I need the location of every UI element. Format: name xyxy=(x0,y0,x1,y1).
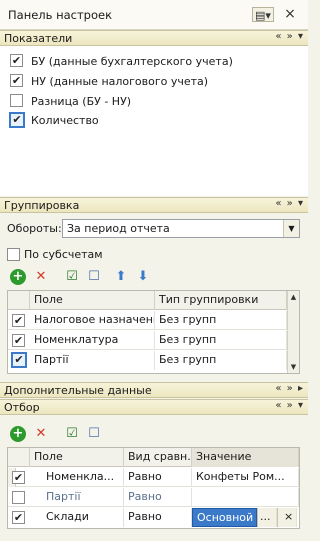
filter-row-checkbox[interactable]: ✔ xyxy=(12,471,25,484)
table-row[interactable]: ✔ Склади Равно Основной с ... × xyxy=(8,508,299,527)
move-up-icon[interactable]: ⬆ xyxy=(113,269,129,285)
move-down-icon[interactable]: ⬇ xyxy=(135,269,151,285)
filter-row-compare[interactable]: Равно xyxy=(124,508,192,527)
filter-grid: Поле Вид сравн... Значение ✔ Номенкла...… xyxy=(7,447,300,529)
close-icon[interactable]: × xyxy=(282,7,298,22)
delete-icon[interactable]: ✕ xyxy=(33,269,49,285)
indicator-checkbox-bu[interactable]: ✔ xyxy=(10,54,23,67)
section-controls-grouping[interactable]: « » ▾ xyxy=(275,198,304,209)
section-title-indicators: Показатели xyxy=(4,32,73,45)
turnover-select[interactable]: За период отчета ▼ xyxy=(62,219,300,238)
window-titlebar: Панель настроек ▤▾ × xyxy=(0,0,308,30)
filter-col-value[interactable]: Значение xyxy=(192,448,299,467)
grouping-col-field[interactable]: Поле xyxy=(30,291,155,310)
check-all-icon[interactable]: ☑ xyxy=(64,426,80,442)
filter-row-value-input[interactable]: Основной с xyxy=(192,508,257,527)
add-icon[interactable]: + xyxy=(10,426,26,442)
grouping-row-field[interactable]: Номенклатура xyxy=(30,331,155,350)
table-row[interactable]: ✔ Налоговое назначение Без групп xyxy=(8,311,287,330)
scroll-down-icon[interactable]: ▼ xyxy=(288,361,299,373)
grouping-col-check xyxy=(8,291,30,310)
section-controls-filter[interactable]: « » ▾ xyxy=(275,400,304,411)
table-row[interactable]: ✔ Номенклатура Без групп xyxy=(8,331,287,350)
grouping-row-checkbox[interactable]: ✔ xyxy=(12,334,25,347)
section-title-filter: Отбор xyxy=(4,401,40,414)
indicator-label-nu: НУ (данные налогового учета) xyxy=(31,75,209,88)
section-controls-indicators[interactable]: « » ▾ xyxy=(275,31,304,42)
grouping-grid: Поле Тип группировки ✔ Налоговое назначе… xyxy=(7,290,300,374)
filter-row-value[interactable] xyxy=(192,488,299,507)
section-header-additional[interactable]: Дополнительные данные « » ▸ xyxy=(0,382,308,398)
filter-col-field[interactable]: Поле xyxy=(30,448,124,467)
window-title: Панель настроек xyxy=(8,8,113,22)
subaccounts-checkbox[interactable] xyxy=(7,248,20,261)
grouping-row-field[interactable]: Партії xyxy=(30,351,155,370)
grouping-row-type[interactable]: Без групп xyxy=(155,331,287,350)
grouping-row-field[interactable]: Налоговое назначение xyxy=(30,311,155,330)
filter-grid-header: Поле Вид сравн... Значение xyxy=(8,448,299,467)
section-header-indicators[interactable]: Показатели « » ▾ xyxy=(0,30,308,46)
filter-row-compare[interactable]: Равно xyxy=(124,468,192,487)
indicator-checkbox-nu[interactable]: ✔ xyxy=(10,74,23,87)
section-title-grouping: Группировка xyxy=(4,199,80,212)
delete-icon[interactable]: ✕ xyxy=(33,426,49,442)
filter-row-checkbox[interactable] xyxy=(12,491,25,504)
indicator-label-diff: Разница (БУ - НУ) xyxy=(31,95,132,108)
grouping-grid-header: Поле Тип группировки xyxy=(8,291,287,310)
panel-menu-button[interactable]: ▤▾ xyxy=(252,7,274,22)
ellipsis-button[interactable]: ... xyxy=(257,508,277,527)
chevron-down-icon[interactable]: ▼ xyxy=(283,220,299,237)
filter-row-value[interactable]: Конфеты Ром... xyxy=(192,468,299,487)
grouping-row-checkbox[interactable]: ✔ xyxy=(12,314,25,327)
turnover-value: За период отчета xyxy=(67,222,170,235)
indicator-checkbox-diff[interactable] xyxy=(10,94,23,107)
indicator-label-bu: БУ (данные бухгалтерского учета) xyxy=(31,55,233,68)
turnover-label: Обороты: xyxy=(7,222,62,235)
filter-row-field[interactable]: Партії xyxy=(30,488,124,507)
filter-row-field[interactable]: Склади xyxy=(30,508,124,527)
grouping-row-type[interactable]: Без групп xyxy=(155,311,287,330)
add-icon[interactable]: + xyxy=(10,269,26,285)
section-controls-additional[interactable]: « » ▸ xyxy=(275,383,304,394)
grouping-row-checkbox[interactable]: ✔ xyxy=(11,352,27,368)
grouping-row-type[interactable]: Без групп xyxy=(155,351,287,370)
indicators-panel: ✔ БУ (данные бухгалтерского учета) ✔ НУ … xyxy=(0,46,308,196)
scroll-up-icon[interactable]: ▲ xyxy=(288,291,299,303)
filter-row-field[interactable]: Номенкла... xyxy=(30,468,124,487)
check-all-icon[interactable]: ☑ xyxy=(64,269,80,285)
uncheck-all-icon[interactable]: ☐ xyxy=(86,426,102,442)
table-row[interactable]: ✔ Партії Без групп xyxy=(8,351,287,370)
filter-row-compare[interactable]: Равно xyxy=(124,488,192,507)
grouping-col-type[interactable]: Тип группировки xyxy=(155,291,287,310)
section-title-additional: Дополнительные данные xyxy=(4,384,152,397)
clear-icon[interactable]: × xyxy=(277,508,297,527)
section-header-filter[interactable]: Отбор « » ▾ xyxy=(0,399,308,415)
section-header-grouping[interactable]: Группировка « » ▾ xyxy=(0,197,308,213)
indicator-checkbox-quantity[interactable]: ✔ xyxy=(9,112,25,128)
filter-row-checkbox[interactable]: ✔ xyxy=(12,511,25,524)
table-row[interactable]: ✔ Номенкла... Равно Конфеты Ром... xyxy=(8,468,299,487)
uncheck-all-icon[interactable]: ☐ xyxy=(86,269,102,285)
indicator-label-quantity: Количество xyxy=(31,114,99,127)
filter-col-check xyxy=(8,448,30,467)
grouping-scrollbar[interactable]: ▲ ▼ xyxy=(287,291,299,373)
table-row[interactable]: Партії Равно xyxy=(8,488,299,507)
filter-col-compare[interactable]: Вид сравн... xyxy=(124,448,192,467)
subaccounts-label: По субсчетам xyxy=(24,248,103,261)
